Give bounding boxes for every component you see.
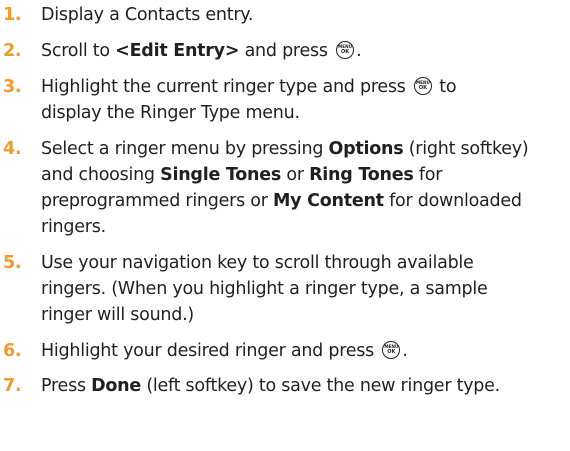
step-number: 6. [3,341,22,361]
step-number: 4. [3,139,22,159]
menu-ok-key-icon: MENU OK [336,41,355,59]
step-text: Use your navigation key to scroll throug… [41,253,488,325]
step-number: 5. [3,253,22,273]
step-number: 2. [3,41,22,61]
step-text: Press Done (left softkey) to save the ne… [41,376,500,396]
step-text: Highlight the current ringer type and pr… [41,77,457,123]
menu-ok-key-icon: MENU OK [413,77,432,95]
step-number: 3. [3,77,22,97]
instruction-list: 1. Display a Contacts entry. 2. Scroll t… [0,0,570,451]
step-text: Select a ringer menu by pressing Options… [41,139,529,237]
menu-ok-key-icon: MENU OK [382,341,401,359]
step-number: 1. [3,5,22,25]
step-number: 7. [3,376,22,396]
step-text: Display a Contacts entry. [41,5,254,25]
step-text: Scroll to <Edit Entry> and press MENU OK. [41,41,362,61]
step-text: Highlight your desired ringer and press … [41,341,408,361]
